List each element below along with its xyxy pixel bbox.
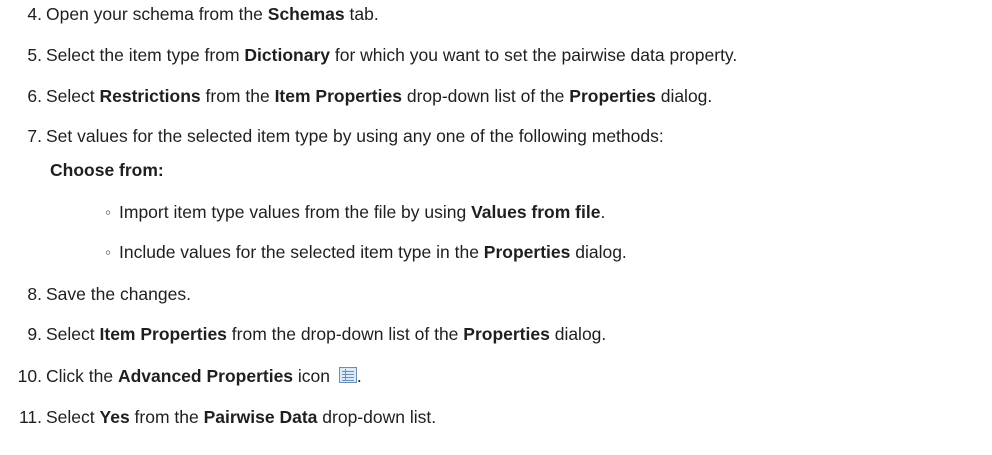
step-text: drop-down list. — [317, 407, 437, 427]
pairwise-data-ref: Pairwise Data — [203, 407, 318, 427]
restrictions-ref: Restrictions — [99, 86, 201, 106]
step-number: 5. — [27, 45, 42, 65]
step-text: Select — [46, 407, 100, 427]
properties-dialog-ref: Properties — [483, 242, 571, 262]
step-text: Select the item type from — [46, 45, 245, 65]
choose-from-label: Choose from: — [50, 160, 164, 180]
step-text: Select — [46, 86, 100, 106]
step-6: 6. Select Restrictions from the Item Prop… — [0, 84, 712, 108]
step-number: 4. — [27, 4, 42, 24]
advanced-properties-ref: Advanced Properties — [117, 366, 294, 386]
option-item: ◦ Include values for the selected item ty… — [105, 240, 627, 264]
properties-dialog-ref: Properties — [569, 86, 656, 106]
bullet-icon: ◦ — [105, 202, 112, 222]
values-from-file-ref: Values from file — [471, 202, 601, 222]
item-properties-ref: Item Properties — [274, 86, 402, 106]
step-text: Open your schema from the — [46, 4, 268, 24]
schemas-tab-ref: Schemas — [267, 4, 345, 24]
step-text: from the — [200, 86, 275, 106]
step-text: from the drop-down list of the — [226, 324, 464, 344]
option-text: Include values for the selected item typ… — [119, 242, 484, 262]
step-9: 9. Select Item Properties from the drop-d… — [0, 322, 606, 346]
option-item: ◦ Import item type values from the file b… — [105, 200, 605, 224]
step-text: icon — [293, 366, 335, 386]
step-text: Save the changes. — [46, 284, 191, 304]
dictionary-ref: Dictionary — [244, 45, 330, 65]
option-text: . — [600, 202, 606, 222]
step-4: 4. Open your schema from the Schemas tab. — [0, 2, 379, 26]
bullet-icon: ◦ — [105, 242, 112, 262]
advanced-properties-icon — [338, 367, 357, 383]
step-text: Select — [46, 324, 100, 344]
option-text: Import item type values from the file by… — [119, 202, 472, 222]
item-properties-ref: Item Properties — [99, 324, 227, 344]
step-text: from the — [129, 407, 204, 427]
yes-option-ref: Yes — [99, 407, 130, 427]
step-7: 7. Set values for the selected item type … — [0, 124, 664, 148]
step-text: dialog. — [655, 86, 713, 106]
step-number: 7. — [27, 126, 42, 146]
step-10: 10. Click the Advanced Properties icon . — [0, 364, 362, 388]
step-text: . — [356, 366, 362, 386]
step-number: 9. — [27, 324, 42, 344]
step-number: 10. — [17, 366, 42, 386]
option-text: dialog. — [570, 242, 627, 262]
step-8: 8. Save the changes. — [0, 282, 191, 306]
step-number: 6. — [27, 86, 42, 106]
step-number: 11. — [18, 407, 42, 427]
step-11: 11. Select Yes from the Pairwise Data dro… — [0, 405, 436, 429]
step-text: for which you want to set the pairwise d… — [330, 45, 738, 65]
properties-dialog-ref: Properties — [463, 324, 550, 344]
step-number: 8. — [27, 284, 42, 304]
step-text: dialog. — [549, 324, 607, 344]
step-text: tab. — [344, 4, 379, 24]
step-text: drop-down list of the — [401, 86, 570, 106]
procedure-steps: 4. Open your schema from the Schemas tab.… — [0, 0, 992, 455]
step-5: 5. Select the item type from Dictionary f… — [0, 43, 737, 67]
step-text: Click the — [46, 366, 118, 386]
step-text: Set values for the selected item type by… — [46, 126, 664, 146]
